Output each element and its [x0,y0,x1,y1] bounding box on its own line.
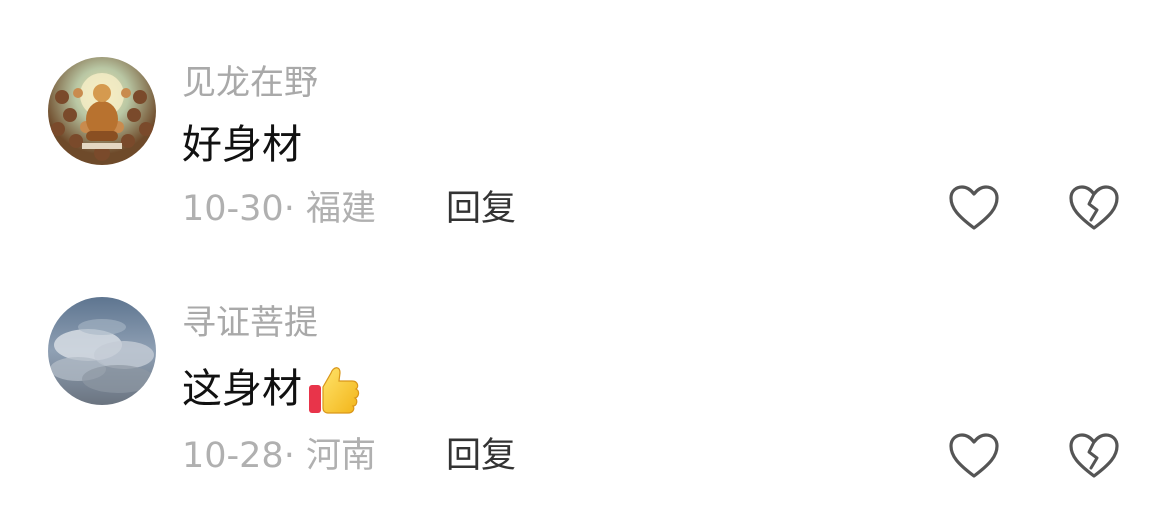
comment-text-body: 这身材 [182,366,302,412]
buddha-painting-avatar-icon [48,57,156,165]
broken-heart-icon [1069,185,1119,230]
user-avatar[interactable] [48,297,156,405]
cloudy-sky-avatar-icon [48,297,156,405]
dislike-button[interactable] [1068,432,1120,480]
comment-meta: 10-30· 福建 [182,188,376,230]
comment-text-body: 好身材 [182,122,302,168]
dislike-button[interactable] [1068,184,1120,232]
thumbs-up-icon [309,367,360,414]
comment-location: 福建 [305,189,376,229]
user-avatar[interactable] [48,57,156,165]
like-button[interactable] [948,432,1000,480]
comment-text: 这身材 [182,361,362,417]
username[interactable]: 见龙在野 [182,63,318,103]
meta-separator: · [283,436,306,476]
broken-heart-icon [1069,433,1119,478]
heart-icon [949,185,999,230]
reply-button[interactable]: 回复 [446,188,516,230]
comment-location: 河南 [305,436,376,476]
comment-date: 10-30 [182,189,284,229]
comment-meta: 10-28· 河南 [182,435,376,477]
heart-icon [949,433,999,478]
comment-date: 10-28 [182,436,284,476]
comment-item: 见龙在野 好身材 10-30· 福建 回复 [0,0,1170,240]
comment-text: 好身材 [182,121,302,169]
username[interactable]: 寻证菩提 [182,303,318,343]
comment-item: 寻证菩提 这身材 10-28· 河南 回复 [0,240,1170,480]
meta-separator: · [283,189,306,229]
like-button[interactable] [948,184,1000,232]
reply-button[interactable]: 回复 [446,435,516,477]
